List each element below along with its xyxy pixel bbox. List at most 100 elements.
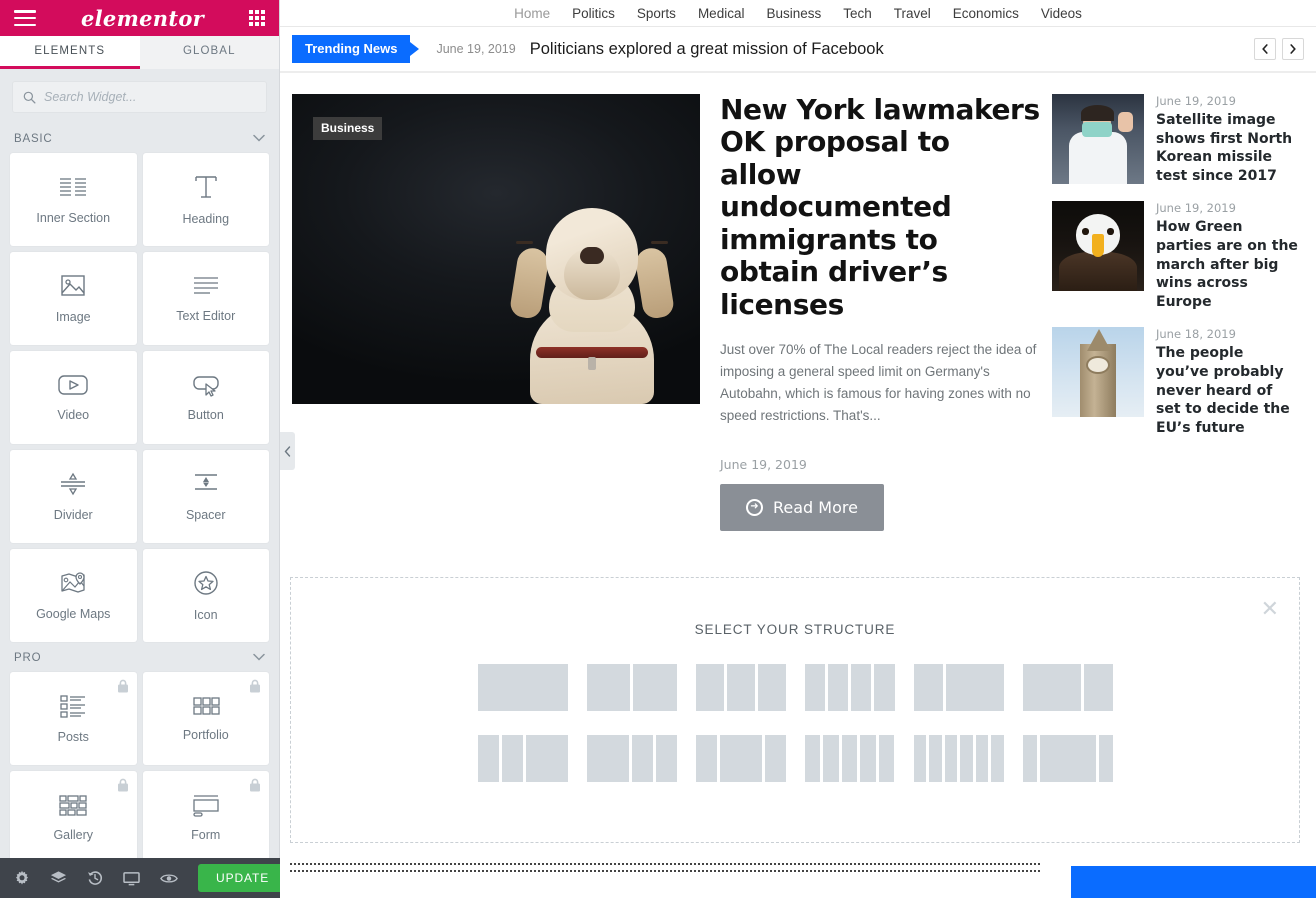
lock-icon bbox=[249, 778, 261, 792]
nav-item-economics[interactable]: Economics bbox=[953, 6, 1019, 21]
read-more-label: Read More bbox=[773, 497, 858, 517]
preset-two-small-one-wide[interactable] bbox=[477, 735, 568, 782]
chevron-left-icon bbox=[1262, 44, 1268, 54]
post-date: June 19, 2019 bbox=[1156, 201, 1236, 216]
widget-image[interactable]: Image bbox=[10, 252, 137, 345]
preview-canvas: Home Politics Sports Medical Business Te… bbox=[280, 0, 1316, 898]
nav-item-videos[interactable]: Videos bbox=[1041, 6, 1082, 21]
trending-prev-button[interactable] bbox=[1254, 38, 1276, 60]
widget-inner-section[interactable]: Inner Section bbox=[10, 153, 137, 246]
structure-presets bbox=[291, 664, 1299, 782]
image-icon bbox=[61, 275, 85, 296]
preview-eye-icon[interactable] bbox=[160, 872, 178, 885]
preset-6-col[interactable] bbox=[913, 735, 1004, 782]
nav-item-tech[interactable]: Tech bbox=[843, 6, 872, 21]
star-icon bbox=[194, 571, 218, 595]
trending-badge: Trending News bbox=[292, 35, 411, 63]
preset-1-col[interactable] bbox=[477, 664, 568, 711]
widget-label: Image bbox=[55, 310, 91, 324]
post-text: June 19, 2019 Satellite image shows firs… bbox=[1156, 94, 1298, 185]
widget-button[interactable]: Button bbox=[142, 351, 269, 444]
post-text: June 19, 2019 How Green parties are on t… bbox=[1156, 201, 1298, 311]
widget-icon[interactable]: Icon bbox=[142, 549, 269, 642]
preset-wide-center[interactable] bbox=[695, 735, 786, 782]
widget-label: Button bbox=[187, 408, 224, 422]
widget-gallery[interactable]: Gallery bbox=[10, 771, 137, 864]
featured-article: New York lawmakers OK proposal to allow … bbox=[700, 93, 1052, 531]
featured-image[interactable]: Business bbox=[292, 94, 700, 404]
widget-spacer[interactable]: Spacer bbox=[142, 450, 269, 543]
side-post-list: June 19, 2019 Satellite image shows firs… bbox=[1052, 94, 1298, 531]
widget-heading[interactable]: Heading bbox=[142, 153, 269, 246]
panel-collapse-handle[interactable] bbox=[280, 432, 295, 470]
google-maps-icon bbox=[61, 572, 85, 593]
list-item[interactable]: June 18, 2019 The people you’ve probably… bbox=[1052, 327, 1298, 437]
nav-item-home[interactable]: Home bbox=[514, 6, 550, 21]
tab-elements[interactable]: ELEMENTS bbox=[0, 36, 140, 69]
preset-left-third[interactable] bbox=[913, 664, 1004, 711]
category-label-basic: BASIC bbox=[14, 133, 53, 145]
nav-item-business[interactable]: Business bbox=[766, 6, 821, 21]
featured-excerpt: Just over 70% of The Local readers rejec… bbox=[720, 342, 1037, 423]
widget-video[interactable]: Video bbox=[10, 351, 137, 444]
widget-form[interactable]: Form bbox=[142, 771, 269, 864]
widget-google-maps[interactable]: Google Maps bbox=[10, 549, 137, 642]
structure-preset-row bbox=[477, 664, 1113, 711]
nav-item-travel[interactable]: Travel bbox=[894, 6, 931, 21]
widget-text-editor[interactable]: Text Editor bbox=[142, 252, 269, 345]
post-title[interactable]: Satellite image shows first North Korean… bbox=[1156, 111, 1298, 185]
chevron-right-icon bbox=[1290, 44, 1296, 54]
widget-label: Google Maps bbox=[36, 607, 111, 621]
structure-title: SELECT YOUR STRUCTURE bbox=[694, 622, 896, 637]
settings-gear-icon[interactable] bbox=[14, 870, 30, 886]
category-badge[interactable]: Business bbox=[313, 117, 383, 140]
search-area bbox=[0, 69, 279, 123]
history-icon[interactable] bbox=[87, 870, 103, 886]
category-header-basic[interactable]: BASIC bbox=[0, 123, 279, 153]
trending-nav bbox=[1254, 38, 1304, 60]
read-more-button[interactable]: ➜ Read More bbox=[720, 483, 884, 531]
preset-2-col[interactable] bbox=[586, 664, 677, 711]
preset-3-col[interactable] bbox=[695, 664, 786, 711]
panel-footer: UPDATE bbox=[0, 858, 314, 898]
trending-headline[interactable]: Politicians explored a great mission of … bbox=[530, 40, 884, 59]
widget-posts[interactable]: Posts bbox=[10, 672, 137, 765]
grid-icon[interactable] bbox=[249, 10, 265, 26]
elementor-editor: elementor ELEMENTS GLOBAL BASIC bbox=[0, 0, 1316, 898]
widget-label: Form bbox=[191, 828, 221, 842]
nav-item-sports[interactable]: Sports bbox=[637, 6, 676, 21]
widget-grid-basic: Inner Section Heading Image Text Editor … bbox=[0, 153, 279, 642]
widget-portfolio[interactable]: Portfolio bbox=[142, 672, 269, 765]
chevron-down-icon bbox=[253, 133, 265, 145]
inner-section-icon bbox=[60, 178, 87, 196]
featured-title[interactable]: New York lawmakers OK proposal to allow … bbox=[720, 93, 1040, 321]
tab-global[interactable]: GLOBAL bbox=[139, 36, 279, 69]
preset-5-col[interactable] bbox=[804, 735, 895, 782]
nav-item-medical[interactable]: Medical bbox=[698, 6, 745, 21]
close-icon[interactable]: ✕ bbox=[1261, 598, 1279, 620]
trending-next-button[interactable] bbox=[1282, 38, 1304, 60]
widget-divider[interactable]: Divider bbox=[10, 450, 137, 543]
dotted-divider-element bbox=[290, 863, 1040, 872]
preset-narrow-wide-narrow[interactable] bbox=[1022, 735, 1113, 782]
text-editor-icon bbox=[193, 277, 218, 294]
category-header-pro[interactable]: PRO bbox=[0, 642, 279, 672]
search-input[interactable] bbox=[44, 90, 256, 104]
hamburger-icon[interactable] bbox=[14, 10, 36, 26]
responsive-mode-icon[interactable] bbox=[123, 871, 140, 886]
structure-preset-row bbox=[477, 735, 1113, 782]
preset-4-col[interactable] bbox=[804, 664, 895, 711]
chevron-down-icon bbox=[253, 652, 265, 664]
list-item[interactable]: June 19, 2019 How Green parties are on t… bbox=[1052, 201, 1298, 311]
update-button[interactable]: UPDATE bbox=[198, 864, 288, 892]
preset-right-third[interactable] bbox=[1022, 664, 1113, 711]
preset-one-wide-two-small[interactable] bbox=[586, 735, 677, 782]
form-icon bbox=[193, 795, 219, 817]
search-box[interactable] bbox=[12, 81, 267, 113]
post-title[interactable]: The people you’ve probably never heard o… bbox=[1156, 344, 1298, 437]
nav-item-politics[interactable]: Politics bbox=[572, 6, 615, 21]
widget-list: BASIC Inner Section Heading Image Text E… bbox=[0, 123, 279, 898]
list-item[interactable]: June 19, 2019 Satellite image shows firs… bbox=[1052, 94, 1298, 185]
navigator-layers-icon[interactable] bbox=[50, 870, 67, 886]
post-title[interactable]: How Green parties are on the march after… bbox=[1156, 218, 1298, 311]
